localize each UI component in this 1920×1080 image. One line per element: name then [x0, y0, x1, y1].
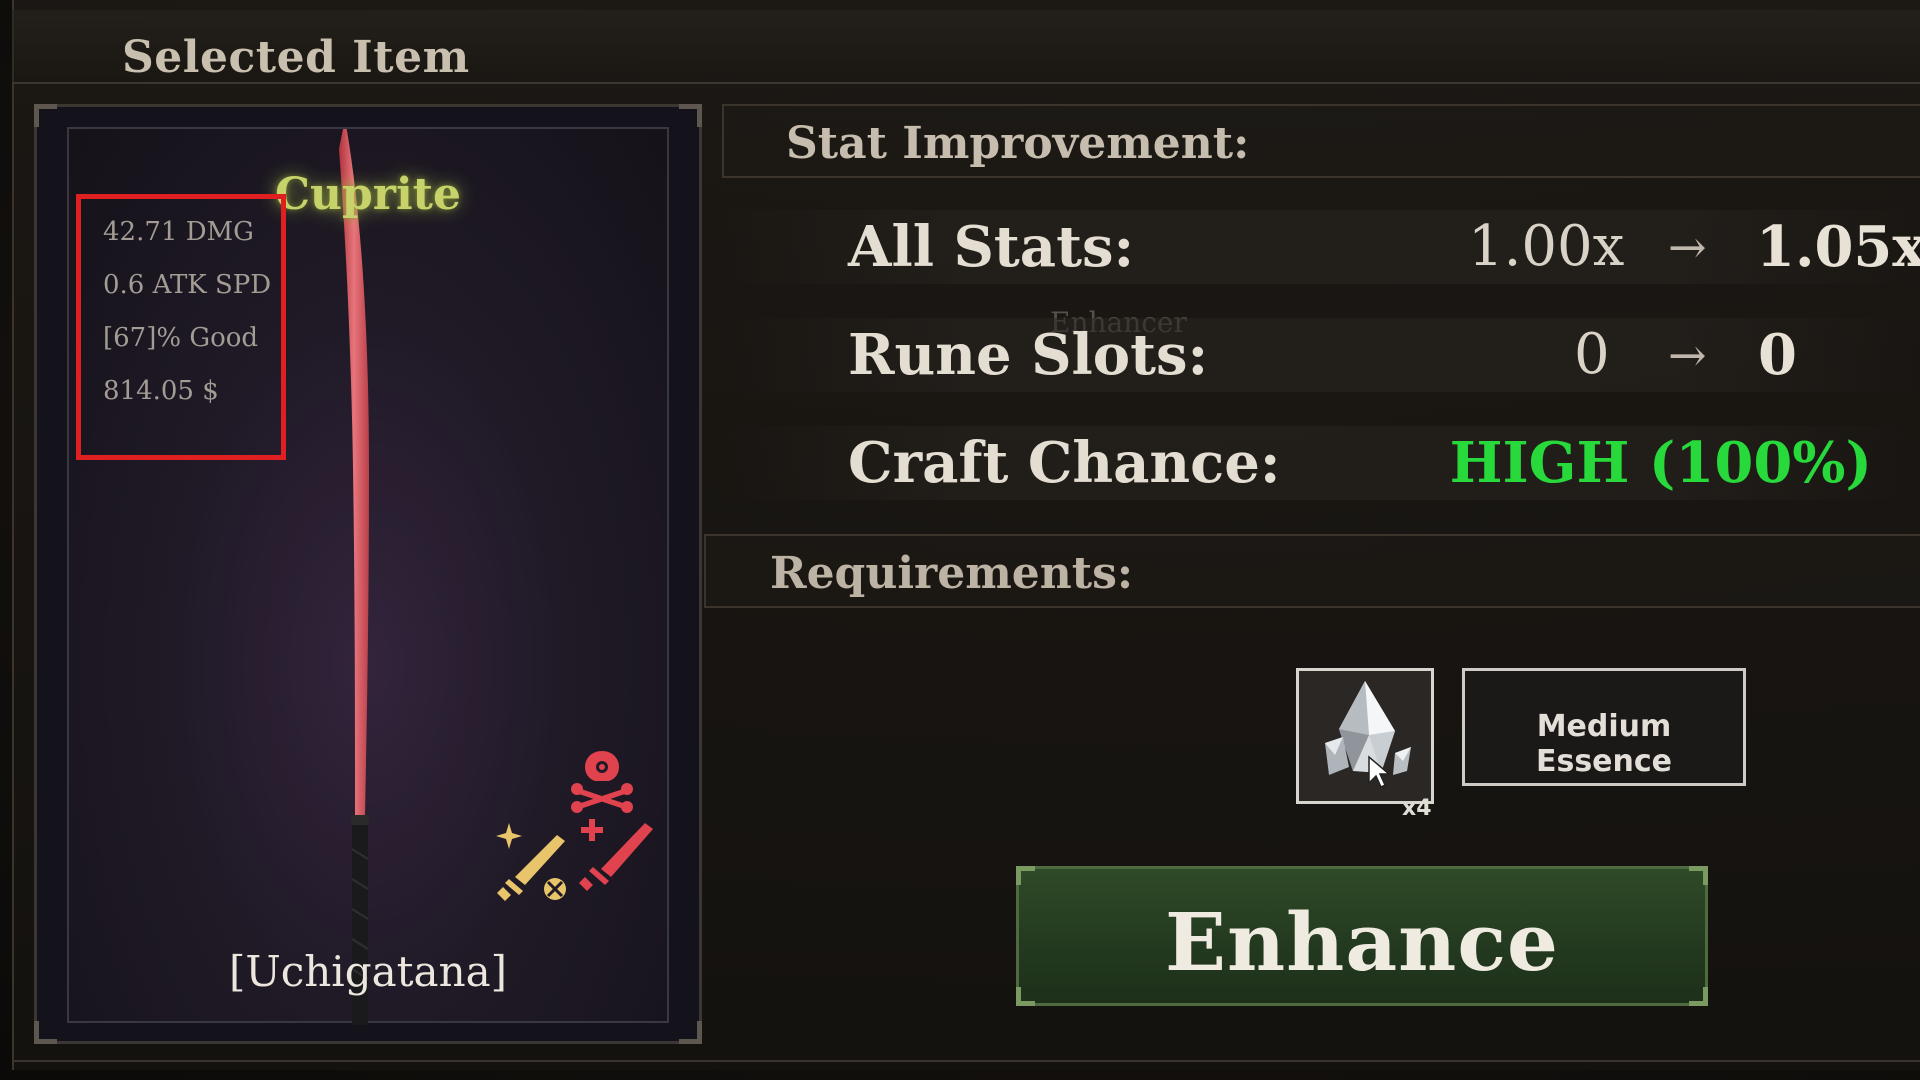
requirement-item-slot[interactable] [1296, 668, 1434, 804]
crossbones-icon [571, 751, 633, 813]
item-stat-attack-speed: 0.6 ATK SPD [103, 270, 272, 300]
item-stats-highlight: 42.71 DMG 0.6 ATK SPD [67]% Good 814.05 … [76, 194, 286, 460]
stat-improvement-title: Stat Improvement: [786, 118, 1250, 169]
plus-sword-icon [579, 819, 653, 891]
frame-corner [34, 104, 57, 127]
stat-old-value: 1.00x [1468, 214, 1625, 279]
stat-label: All Stats: [848, 214, 1135, 280]
requirement-name: Medium Essence [1535, 709, 1673, 779]
panel-bottom-divider [12, 1060, 1920, 1062]
item-stat-value: 814.05 $ [103, 376, 219, 406]
crystal-icon [1325, 681, 1411, 789]
craft-chance-value: HIGH (100%) [1449, 430, 1872, 496]
requirement-quantity: x4 [1402, 796, 1432, 821]
stat-new-value: 1.05x [1756, 214, 1920, 280]
requirements-title: Requirements: [770, 548, 1134, 599]
requirements-header: Requirements: [704, 534, 1920, 608]
arrow-right-icon: → [1668, 328, 1707, 382]
panel-header: Selected Item [12, 10, 1920, 84]
arrow-right-icon: → [1668, 220, 1707, 274]
button-corner [1016, 987, 1035, 1006]
enhance-button[interactable]: Enhance [1016, 866, 1708, 1006]
game-screen: Selected Item Cuprite [Uchigatana] 42.71… [0, 0, 1920, 1080]
stat-label: Craft Chance: [848, 430, 1281, 496]
panel-title: Selected Item [122, 32, 470, 83]
stat-label: Rune Slots: [848, 322, 1209, 388]
button-corner [1016, 866, 1035, 885]
button-corner [1689, 987, 1708, 1006]
sparkle-sword-icon [496, 823, 566, 901]
stat-old-value: 0 [1574, 322, 1610, 387]
stat-improvement-header: Stat Improvement: [722, 104, 1920, 178]
stat-row-rune-slots: Rune Slots: 0 → 0 [722, 318, 1920, 392]
item-stat-quality: [67]% Good [103, 323, 259, 353]
item-name: [Uchigatana] [228, 947, 508, 996]
button-corner [1689, 866, 1708, 885]
item-stat-damage: 42.71 DMG [103, 217, 254, 247]
frame-corner [34, 1021, 57, 1044]
requirement-name-box: Medium Essence [1462, 668, 1746, 786]
stat-new-value: 0 [1758, 322, 1797, 388]
frame-corner [679, 1021, 702, 1044]
frame-corner [679, 104, 702, 127]
enhance-button-label: Enhance [1165, 895, 1559, 989]
stat-row-craft-chance: Craft Chance: HIGH (100%) [722, 426, 1920, 500]
stat-row-all-stats: All Stats: 1.00x → 1.05x [722, 210, 1920, 284]
